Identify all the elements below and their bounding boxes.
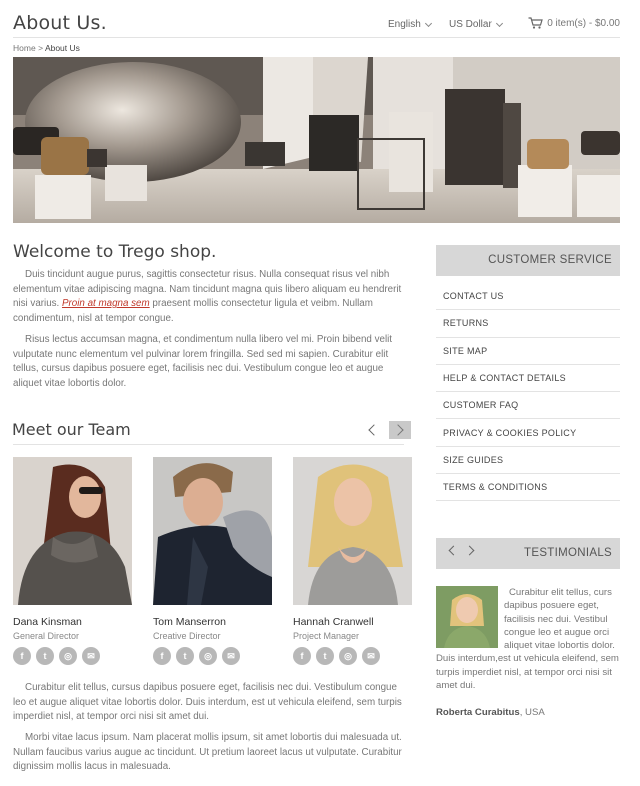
- twitter-icon[interactable]: t: [176, 647, 194, 665]
- language-label: English: [388, 19, 421, 30]
- menu-item-site-map[interactable]: SITE MAP: [436, 338, 620, 365]
- customer-service-title: CUSTOMER SERVICE: [488, 254, 612, 266]
- cart-button[interactable]: 0 item(s) - $0.00: [528, 17, 620, 29]
- email-icon[interactable]: ✉: [362, 647, 380, 665]
- currency-label: US Dollar: [449, 19, 492, 30]
- menu-item-contact-us[interactable]: CONTACT US: [436, 283, 620, 311]
- email-icon[interactable]: ✉: [82, 647, 100, 665]
- facebook-icon[interactable]: f: [153, 647, 171, 665]
- breadcrumb-current: About Us: [44, 43, 80, 53]
- team-member-card: Hannah Cranwell Project Manager f t ◎ ✉: [293, 457, 412, 665]
- member-photo: [13, 457, 132, 605]
- cart-icon: [528, 17, 543, 29]
- team-heading: Meet our Team: [12, 420, 131, 439]
- welcome-paragraph-1: Duis tincidunt augue purus, sagittis con…: [13, 268, 404, 326]
- menu-item-returns[interactable]: RETURNS: [436, 310, 620, 338]
- email-icon[interactable]: ✉: [222, 647, 240, 665]
- testimonial-avatar: [436, 586, 498, 648]
- facebook-icon[interactable]: f: [293, 647, 311, 665]
- chevron-left-icon: [368, 424, 380, 436]
- dribbble-icon[interactable]: ◎: [59, 647, 77, 665]
- about-paragraph-1: Curabitur elit tellus, cursus dapibus po…: [13, 682, 402, 723]
- member-role: Project Manager: [293, 631, 360, 641]
- store-banner-image: [13, 57, 620, 223]
- author-location: , USA: [519, 707, 545, 718]
- member-photo: [293, 457, 412, 605]
- breadcrumb-home-link[interactable]: Home: [13, 43, 36, 53]
- member-social-links: f t ◎ ✉: [293, 647, 412, 665]
- member-photo: [153, 457, 272, 605]
- chevron-left-icon[interactable]: [448, 545, 459, 556]
- chevron-right-icon[interactable]: [464, 545, 475, 556]
- customer-service-menu: CONTACT US RETURNS SITE MAP HELP & CONTA…: [436, 283, 620, 502]
- team-prev-button[interactable]: [361, 421, 383, 439]
- member-role: Creative Director: [153, 631, 221, 641]
- chevron-right-icon: [392, 424, 404, 436]
- breadcrumb: Home > About Us: [13, 43, 80, 53]
- menu-item-customer-faq[interactable]: CUSTOMER FAQ: [436, 392, 620, 420]
- member-social-links: f t ◎ ✉: [13, 647, 132, 665]
- member-social-links: f t ◎ ✉: [153, 647, 272, 665]
- customer-service-header: CUSTOMER SERVICE: [436, 245, 620, 276]
- member-role: General Director: [13, 631, 80, 641]
- team-member-card: Tom Manserron Creative Director f t ◎ ✉: [153, 457, 272, 665]
- menu-item-privacy-cookies[interactable]: PRIVACY & COOKIES POLICY: [436, 419, 620, 447]
- twitter-icon[interactable]: t: [36, 647, 54, 665]
- member-name: Dana Kinsman: [13, 616, 82, 628]
- currency-selector[interactable]: US Dollar: [449, 19, 503, 30]
- testimonials-title: TESTIMONIALS: [524, 547, 612, 559]
- welcome-heading: Welcome to Trego shop.: [13, 242, 217, 262]
- welcome-paragraph-2: Risus lectus accumsan magna, et condimen…: [13, 334, 393, 389]
- member-name: Hannah Cranwell: [293, 616, 374, 628]
- inline-link[interactable]: Proin at magna sem: [62, 298, 150, 309]
- team-section-header: Meet our Team: [12, 419, 411, 445]
- page-title: About Us.: [13, 12, 107, 34]
- chevron-down-icon: [495, 19, 503, 27]
- menu-item-help-contact-details[interactable]: HELP & CONTACT DETAILS: [436, 365, 620, 393]
- language-selector[interactable]: English: [388, 19, 432, 30]
- cart-summary: 0 item(s) - $0.00: [547, 17, 620, 29]
- testimonial-author: Roberta Curabitus, USA: [436, 707, 545, 718]
- dribbble-icon[interactable]: ◎: [339, 647, 357, 665]
- testimonials-nav: [448, 545, 475, 556]
- dribbble-icon[interactable]: ◎: [199, 647, 217, 665]
- team-next-button[interactable]: [389, 421, 411, 439]
- breadcrumb-separator: >: [38, 43, 44, 53]
- menu-item-size-guides[interactable]: SIZE GUIDES: [436, 447, 620, 475]
- menu-item-terms-conditions[interactable]: TERMS & CONDITIONS: [436, 474, 620, 502]
- author-name: Roberta Curabitus: [436, 707, 520, 718]
- team-member-card: Dana Kinsman General Director f t ◎ ✉: [13, 457, 132, 665]
- about-paragraph-2: Morbi vitae lacus ipsum. Nam placerat mo…: [13, 732, 402, 773]
- facebook-icon[interactable]: f: [13, 647, 31, 665]
- chevron-down-icon: [424, 19, 432, 27]
- twitter-icon[interactable]: t: [316, 647, 334, 665]
- member-name: Tom Manserron: [153, 616, 226, 628]
- top-bar: About Us. English US Dollar 0 item(s) - …: [13, 10, 620, 38]
